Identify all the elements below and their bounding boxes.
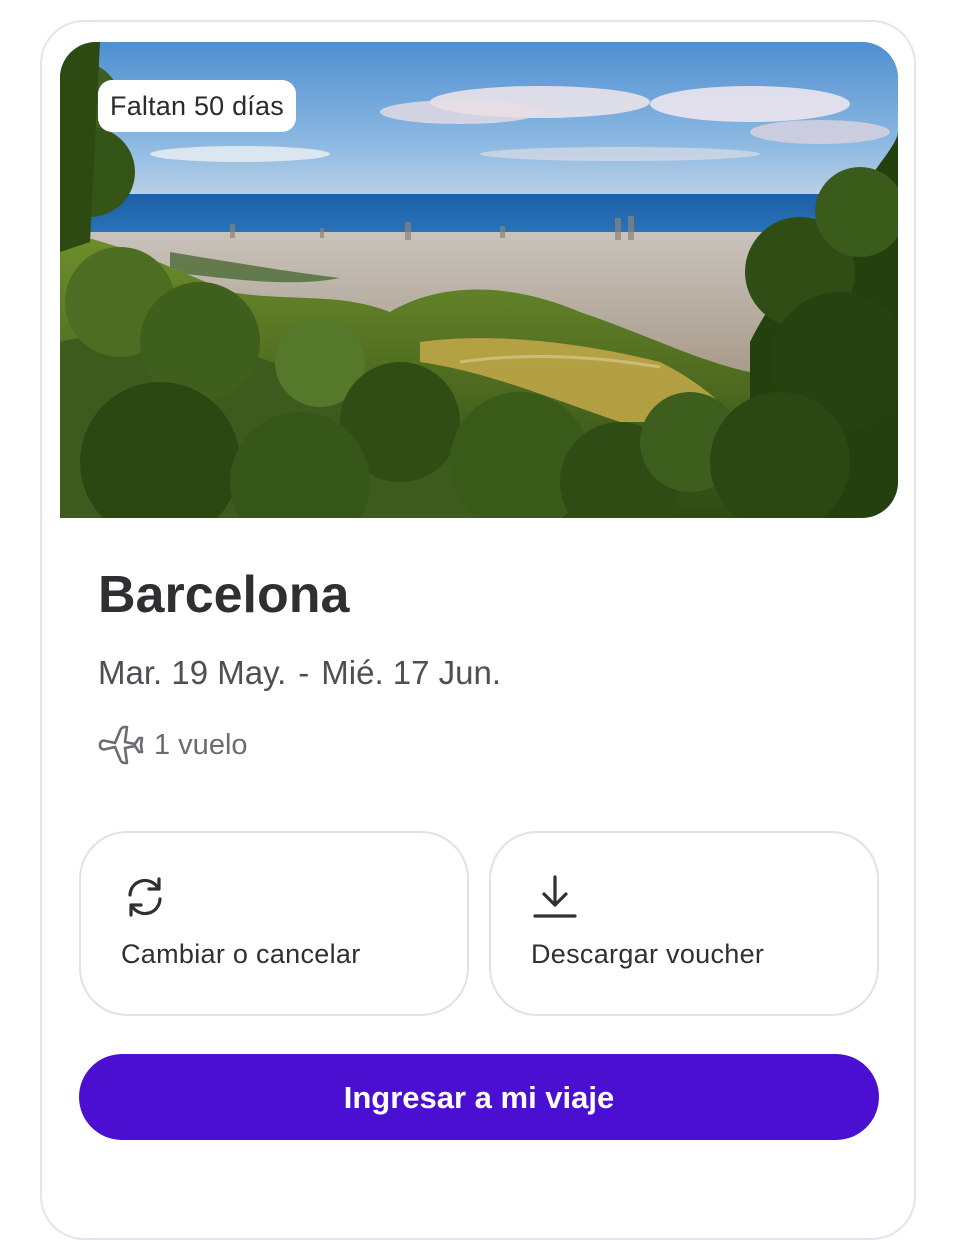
enter-trip-button[interactable]: Ingresar a mi viaje — [79, 1054, 879, 1140]
trip-dates: Mar. 19 May. - Mié. 17 Jun. — [98, 650, 501, 696]
download-voucher-label: Descargar voucher — [531, 939, 765, 969]
flight-count-label: 1 vuelo — [154, 728, 248, 761]
change-or-cancel-label: Cambiar o cancelar — [121, 939, 361, 969]
change-or-cancel-button[interactable]: Cambiar o cancelar — [79, 831, 469, 1016]
countdown-badge: Faltan 50 días — [98, 80, 296, 132]
plane-icon — [96, 723, 146, 767]
download-voucher-button[interactable]: Descargar voucher — [489, 831, 879, 1016]
refresh-icon — [121, 873, 169, 921]
date-separator: - — [298, 654, 310, 691]
flight-count: 1 vuelo — [96, 720, 248, 770]
trip-title: Barcelona — [98, 566, 350, 624]
end-date: Mié. 17 Jun. — [321, 654, 502, 691]
start-date: Mar. 19 May. — [98, 654, 287, 691]
download-icon — [531, 873, 579, 921]
